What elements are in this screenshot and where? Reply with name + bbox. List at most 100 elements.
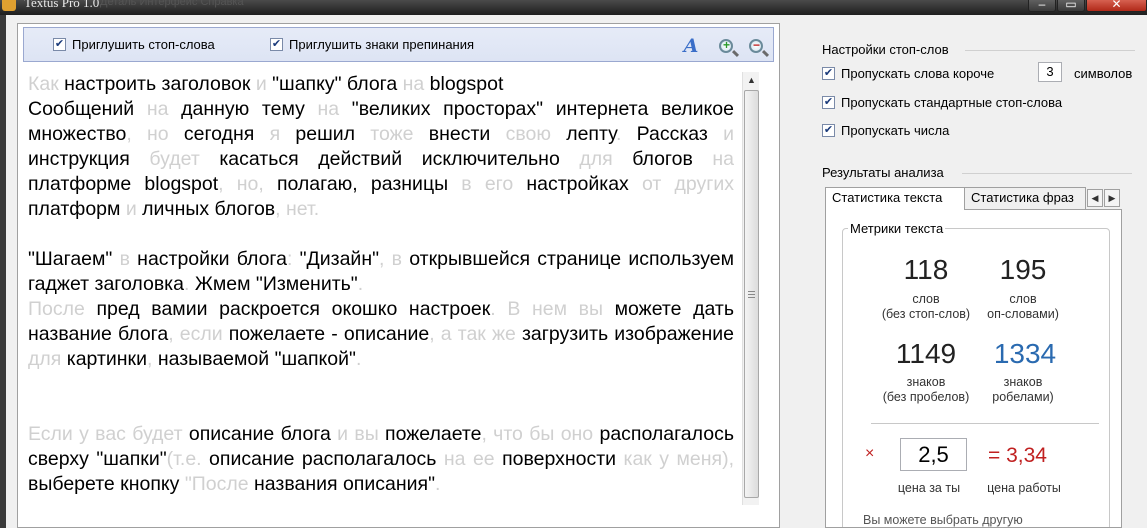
text-segment: данную тему: [181, 98, 318, 120]
muted-text-segment: я: [269, 123, 296, 145]
checkbox-box[interactable]: ✔: [270, 38, 283, 51]
text-segment: описание блога: [188, 423, 338, 445]
multiply-sign: ×: [865, 445, 875, 462]
scroll-thumb[interactable]: [744, 90, 759, 498]
muted-text-segment: от других: [641, 173, 734, 195]
text-segment: лепту: [566, 123, 616, 145]
checkbox-box[interactable]: ✔: [822, 96, 835, 109]
title-bar: Textus Pro 1.0 Деталь Интерфейс Справка …: [0, 0, 1147, 15]
text-segment: Жмем "Изменить": [194, 273, 358, 295]
checkbox-box[interactable]: ✔: [822, 124, 835, 137]
text-segment: решил: [295, 123, 371, 145]
muted-text-segment: для: [28, 348, 67, 370]
symbols-label: символов: [1074, 66, 1133, 81]
skip-standard-stopwords-checkbox[interactable]: ✔ Пропускать стандартные стоп-слова: [822, 95, 1062, 110]
text-segment: внести: [428, 123, 506, 145]
muted-text-segment: тоже: [370, 123, 429, 145]
text-segment: сегодня: [183, 123, 270, 145]
close-button[interactable]: ✕: [1086, 0, 1147, 12]
muted-text-segment: .: [435, 473, 441, 495]
text-editor[interactable]: Как настроить заголовок и "шапку" блога …: [28, 72, 734, 505]
mute-punctuation-label: Приглушить знаки препинания: [289, 37, 475, 52]
chars-with-spaces-unit: знаков: [1003, 375, 1043, 389]
muted-text-segment: на: [402, 73, 430, 95]
muted-text-segment: :: [286, 248, 300, 270]
text-paragraph: [28, 397, 734, 422]
words-with-stop-unit: слов: [1009, 292, 1037, 306]
text-paragraph: "Шагаем" в настройки блога: "Дизайн", в …: [28, 247, 734, 297]
minimize-button[interactable]: –: [1028, 0, 1056, 12]
font-icon[interactable]: A: [681, 35, 701, 57]
tab-text-stats[interactable]: Статистика текста: [825, 187, 965, 210]
zoom-out-icon[interactable]: −: [746, 36, 766, 56]
muted-text-segment: , в: [379, 248, 410, 270]
muted-text-segment: .: [355, 348, 362, 370]
text-segment: Рассказ: [636, 123, 724, 145]
muted-text-segment: для: [579, 148, 633, 170]
muted-text-segment: и: [125, 198, 143, 220]
text-segment: Сообщений: [28, 98, 147, 120]
chars-no-spaces-note: (без пробелов): [882, 390, 970, 404]
maximize-button[interactable]: ▭: [1057, 0, 1085, 12]
text-paragraph: Если у вас будет описание блога и вы пож…: [28, 422, 734, 497]
mute-punctuation-checkbox[interactable]: ✔ Приглушить знаки препинания: [270, 37, 474, 52]
min-word-length-input[interactable]: 3: [1038, 62, 1062, 82]
skip-short-words-label: Пропускать слова короче: [841, 66, 995, 81]
text-segment: пред вамии раскроется окошко настроек: [96, 298, 491, 320]
muted-text-segment: "После: [184, 473, 254, 495]
words-with-stop-count: 195: [999, 254, 1047, 285]
work-price-label: цена работы: [987, 481, 1061, 495]
checkbox-box[interactable]: ✔: [53, 38, 66, 51]
text-segment: платформ: [28, 198, 126, 220]
text-paragraph: Как настроить заголовок и "шапку" блога …: [28, 72, 734, 97]
words-with-stop-note: оп-словами): [987, 307, 1059, 321]
muted-text-segment: .: [184, 273, 195, 295]
zoom-in-icon[interactable]: +: [716, 36, 736, 56]
muted-text-segment: , нет.: [275, 198, 320, 220]
tab-scroll-left-arrow[interactable]: ◀: [1087, 189, 1103, 207]
editor-toolbar: ✔ Приглушить стоп-слова ✔ Приглушить зна…: [23, 27, 774, 62]
words-no-stop-note: (без стоп-слов): [881, 307, 971, 321]
tab-scroll-right-arrow[interactable]: ▶: [1104, 189, 1120, 207]
text-segment: блогов: [632, 148, 713, 170]
muted-text-segment: (т.е.: [166, 448, 210, 470]
muted-text-segment: и: [255, 73, 273, 95]
words-no-stop-unit: слов: [912, 292, 940, 306]
skip-numbers-label: Пропускать числа: [841, 123, 950, 138]
mute-stopwords-checkbox[interactable]: ✔ Приглушить стоп-слова: [53, 37, 215, 52]
scroll-up-arrow[interactable]: ▲: [743, 72, 760, 89]
results-title: Результаты анализа: [822, 165, 944, 180]
muted-text-segment: Если у вас будет: [28, 423, 189, 445]
text-segment: полагаю, разницы: [276, 173, 462, 195]
muted-text-segment: .: [357, 273, 364, 295]
muted-text-segment: , но,: [218, 173, 277, 195]
text-segment: настройки блога: [137, 248, 287, 270]
text-segment: пожелаете: [385, 423, 482, 445]
text-paragraph: Сообщений на данную тему на "великих про…: [28, 97, 734, 222]
muted-text-segment: .: [615, 123, 637, 145]
skip-standard-stopwords-label: Пропускать стандартные стоп-слова: [841, 95, 1063, 110]
editor-scrollbar[interactable]: ▲: [742, 72, 759, 505]
title-menu-ghost: Деталь Интерфейс Справка: [100, 0, 244, 8]
text-segment: картинки: [66, 348, 147, 370]
muted-text-segment: на ее: [443, 448, 503, 470]
text-stats-panel: Метрики текста 118 слов (без стоп-слов) …: [825, 209, 1122, 528]
muted-text-segment: , но: [126, 123, 184, 145]
mute-stopwords-label: Приглушить стоп-слова: [72, 37, 215, 52]
muted-text-segment: и: [723, 123, 734, 145]
text-segment: платформе blogspot: [28, 173, 219, 195]
muted-text-segment: как у меня),: [623, 448, 734, 470]
price-per-thousand-input[interactable]: 2,5: [900, 438, 967, 471]
skip-short-words-checkbox[interactable]: ✔ Пропускать слова короче: [822, 66, 994, 81]
chars-no-spaces-count: 1149: [895, 338, 957, 369]
text-segment: выберете кнопку: [28, 473, 185, 495]
muted-text-segment: . В нем вы: [490, 298, 615, 320]
metrics-title: Метрики текста: [848, 221, 946, 236]
tab-phrase-stats[interactable]: Статистика фраз: [964, 187, 1086, 209]
skip-numbers-checkbox[interactable]: ✔ Пропускать числа: [822, 123, 949, 138]
text-segment: blogspot: [429, 73, 504, 95]
checkbox-box[interactable]: ✔: [822, 67, 835, 80]
muted-text-segment: будет: [149, 148, 220, 170]
muted-text-segment: , что бы оно: [481, 423, 600, 445]
text-paragraph: [28, 222, 734, 247]
